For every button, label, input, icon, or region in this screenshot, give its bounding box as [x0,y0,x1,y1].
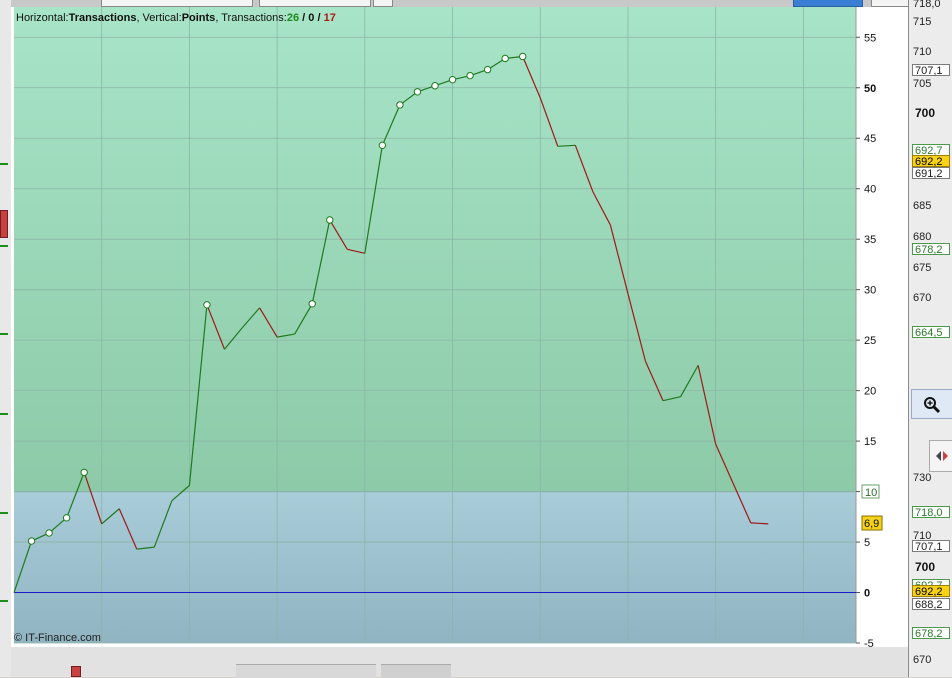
hidden-panel-edge [236,664,376,678]
price-axis-label: 718,0 [913,0,941,10]
below-threshold-zone [14,491,856,643]
equity-high-point [45,529,53,537]
equity-high-point [413,88,422,96]
equity-high-point [431,82,439,90]
tx-separator: / [299,12,308,24]
price-axis-label: 664,5 [912,326,950,339]
equity-chart-panel: -50510152025303540455055 510152025303540… [11,7,908,658]
price-axis-label: 678,2 [912,243,950,256]
equity-high-point [501,54,509,63]
equity-high-point [466,71,474,80]
scroll-arrows-icon [936,451,948,461]
magnifier-icon [924,397,941,414]
horizontal-value: Transactions [69,12,137,24]
y-tick-label: 55 [864,32,876,44]
equity-high-point [326,216,334,224]
tx-separator: / [314,12,323,24]
price-axis-label: 675 [913,262,932,274]
candle-body [0,210,8,238]
price-axis-label: 718,0 [912,506,950,519]
tx-loss-count: 17 [324,12,336,24]
left-tick [0,413,8,415]
y-tick-label: 50 [864,83,876,95]
profit-zone [14,7,856,492]
vertical-value: Points [182,12,216,24]
price-axis-label: 670 [913,654,932,666]
candle-body [71,666,81,677]
y-tick-label: 35 [864,234,876,246]
price-axis-label: 715 [913,16,932,28]
price-axis-label: 700 [915,106,936,120]
price-axis-label: 680 [913,231,932,243]
price-axis-label: 692,2 [912,585,950,598]
y-tick-label: 0 [864,588,870,600]
price-axis-label: 692,2 [912,155,950,168]
equity-high-point [448,75,457,84]
toolbar-field[interactable] [259,0,371,7]
y-tick-label: 25 [864,335,876,347]
equity-high-point [483,65,492,74]
scroll-widget[interactable] [929,440,952,472]
equity-high-point [27,537,36,545]
equity-chart: -50510152025303540455055 510152025303540… [13,7,908,658]
price-axis-label: 710 [913,46,932,58]
copyright-text: © IT-Finance.com [14,632,101,644]
y-tick-label: 30 [864,285,876,297]
toolbar-action-button[interactable] [793,0,863,7]
price-axis-label: 700 [915,560,936,574]
tx-win-count: 26 [287,12,299,24]
chart-header: Horizontal:Transactions, Vertical:Points… [16,12,336,24]
equity-high-point [519,52,527,61]
price-axis-label: 707,1 [912,64,950,77]
price-axis-label: 670 [913,292,932,304]
equity-high-point [80,468,88,477]
equity-high-point [203,301,211,309]
equity-high-point [62,514,71,522]
toolbar-field[interactable] [101,0,253,7]
transactions-label: , Transactions: [215,12,287,24]
equity-high-point [308,300,316,308]
left-tick [0,245,8,247]
price-axis-label: 688,2 [912,598,950,611]
price-axis-label: 691,2 [912,167,950,180]
last-value-badge: 6,9 [861,515,883,531]
last-value-badge-label: 6,9 [864,518,879,530]
price-axis-label: 678,2 [912,627,950,640]
y-tick-label: 45 [864,133,876,145]
y-tick-label: 40 [864,184,876,196]
y-tick-label: 20 [864,386,876,398]
toolbar-button[interactable] [871,0,909,7]
price-axis-strip: 718,0 715 710 707,1 705 700 692,7 692,2 691,2 685… [908,0,952,677]
left-tick [0,600,8,602]
y-tick-label: 5 [864,537,870,549]
vertical-label: , Vertical: [136,12,181,24]
price-axis-label: 707,1 [912,540,950,553]
toolbar-button[interactable] [373,0,393,7]
threshold-badge: 10 [861,484,880,499]
left-tick [0,512,8,514]
price-axis-label: 685 [913,200,932,212]
y-tick-label: 15 [864,436,876,448]
horizontal-label: Horizontal: [16,12,69,24]
price-axis-label: 730 [913,472,932,484]
threshold-badge-label: 10 [865,487,877,499]
equity-high-point [378,141,387,150]
left-tick [0,163,8,165]
hidden-panel-edge [381,664,451,678]
price-axis-label: 705 [913,78,932,90]
zoom-button[interactable] [911,389,952,419]
equity-high-point [396,101,404,109]
bottom-strip [11,647,908,678]
left-tick [0,333,8,335]
